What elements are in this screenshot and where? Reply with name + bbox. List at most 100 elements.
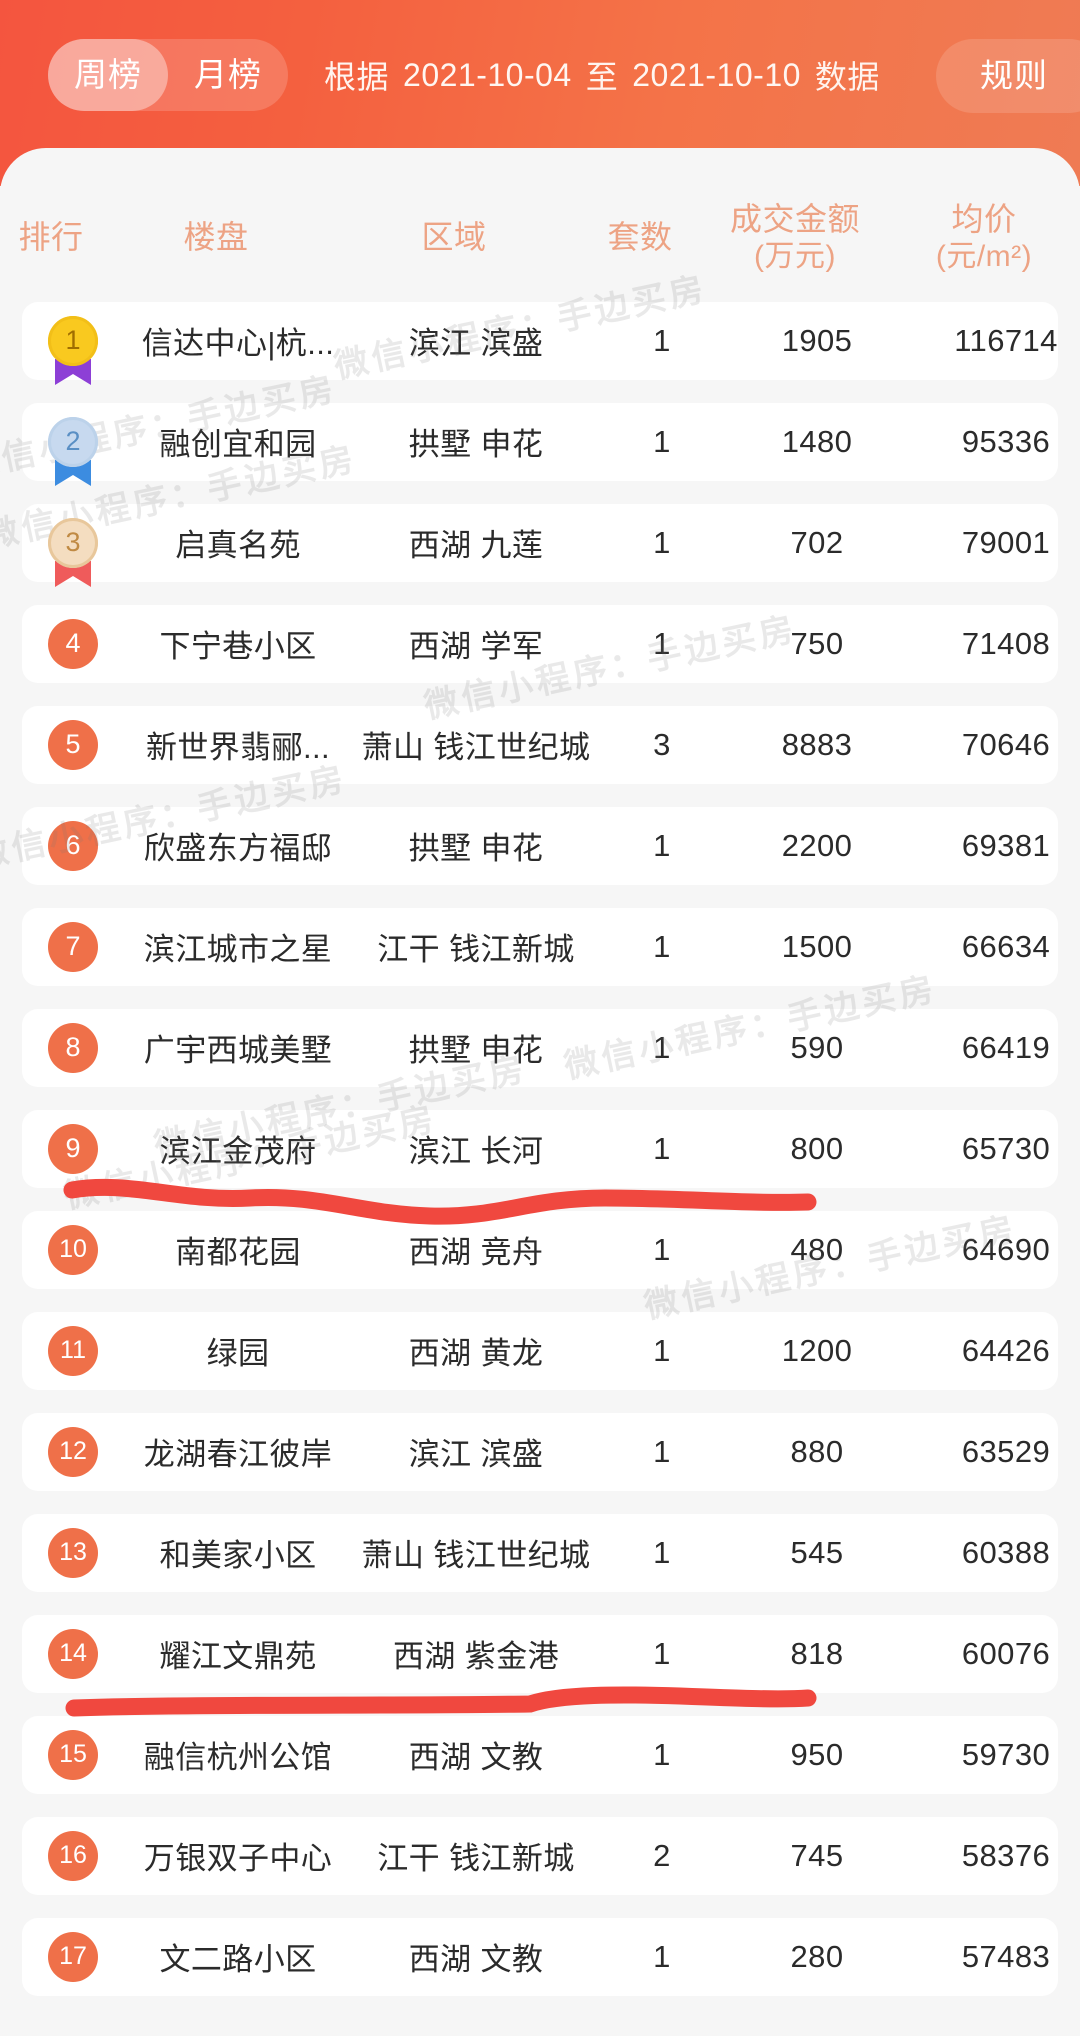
rank-cell: 8 <box>22 1009 124 1087</box>
rank-cell: 15 <box>22 1716 124 1794</box>
district-name: 拱墅 申花 <box>408 831 544 867</box>
district-name: 拱墅 申花 <box>408 1033 544 1069</box>
range-prefix-label: 根据 <box>324 59 390 95</box>
average-price: 63529 <box>961 1433 1051 1469</box>
table-row[interactable]: 17 文二路小区 西湖 文教 1 280 57483 <box>22 1917 1058 1996</box>
district-name: 西湖 学军 <box>408 629 544 665</box>
deal-amount: 1905 <box>781 322 853 358</box>
period-tab-group[interactable]: 周榜 月榜 <box>48 39 288 111</box>
rank-cell: 11 <box>22 1312 124 1390</box>
rank-cell: 9 <box>22 1110 124 1188</box>
ranking-sheet: 排行 楼盘 区域 套数 成交金额 (万元) 均价 (元/m²) 1 信达中心|杭.… <box>0 148 1080 2036</box>
average-price: 66419 <box>961 1029 1051 1065</box>
district-name: 萧山 钱江世纪城 <box>361 1538 591 1574</box>
table-row[interactable]: 6 欣盛东方福邸 拱墅 申花 1 2200 69381 <box>22 806 1058 885</box>
rank-cell: 4 <box>22 605 124 683</box>
units-count: 1 <box>653 1332 671 1368</box>
district-name: 西湖 九莲 <box>408 528 544 564</box>
rank-cell: 16 <box>22 1817 124 1895</box>
table-row[interactable]: 12 龙湖春江彼岸 滨江 滨盛 1 880 63529 <box>22 1412 1058 1491</box>
rank-badge: 17 <box>48 1931 98 1982</box>
table-row[interactable]: 8 广宇西城美墅 拱墅 申花 1 590 66419 <box>22 1008 1058 1087</box>
table-row[interactable]: 16 万银双子中心 江干 钱江新城 2 745 58376 <box>22 1816 1058 1895</box>
average-price: 69381 <box>961 827 1051 863</box>
district-name: 江干 钱江新城 <box>377 932 575 968</box>
average-price: 71408 <box>961 625 1051 661</box>
property-name: 融信杭州公馆 <box>143 1740 333 1776</box>
column-header-amount-label: 成交金额 <box>729 201 860 237</box>
district-name: 西湖 黄龙 <box>408 1336 544 1372</box>
column-header-price-label: 均价 <box>951 201 1017 237</box>
table-header-row: 排行 楼盘 区域 套数 成交金额 (万元) 均价 (元/m²) <box>0 148 1080 302</box>
property-name: 欣盛东方福邸 <box>143 831 333 867</box>
average-price: 60076 <box>961 1635 1051 1671</box>
property-name: 和美家小区 <box>159 1538 317 1574</box>
district-name: 滨江 长河 <box>408 1134 544 1170</box>
property-name: 龙湖春江彼岸 <box>143 1437 333 1473</box>
deal-amount: 745 <box>790 1837 844 1873</box>
deal-amount: 750 <box>790 625 844 661</box>
rank-badge: 7 <box>48 921 98 972</box>
units-count: 1 <box>653 322 671 358</box>
property-name: 南都花园 <box>175 1235 301 1271</box>
table-row[interactable]: 4 下宁巷小区 西湖 学军 1 750 71408 <box>22 604 1058 683</box>
property-name: 万银双子中心 <box>143 1841 333 1877</box>
district-name: 萧山 钱江世纪城 <box>361 730 591 766</box>
rank-badge: 12 <box>48 1426 98 1477</box>
rank-badge: 11 <box>48 1325 98 1376</box>
table-row[interactable]: 2 融创宜和园 拱墅 申花 1 1480 95336 <box>22 402 1058 486</box>
table-row[interactable]: 11 绿园 西湖 黄龙 1 1200 64426 <box>22 1311 1058 1390</box>
units-count: 1 <box>653 1130 671 1166</box>
table-row[interactable]: 1 信达中心|杭... 滨江 滨盛 1 1905 116714 <box>22 301 1058 385</box>
units-count: 1 <box>653 1534 671 1570</box>
table-row[interactable]: 10 南都花园 西湖 竞舟 1 480 64690 <box>22 1210 1058 1289</box>
deal-amount: 800 <box>790 1130 844 1166</box>
units-count: 1 <box>653 1433 671 1469</box>
ranking-list: 1 信达中心|杭... 滨江 滨盛 1 1905 116714 2 融创宜和园 拱墅 申花 1 14… <box>0 301 1080 1996</box>
district-name: 滨江 滨盛 <box>408 1437 544 1473</box>
table-row[interactable]: 13 和美家小区 萧山 钱江世纪城 1 545 60388 <box>22 1513 1058 1592</box>
table-row[interactable]: 7 滨江城市之星 江干 钱江新城 1 1500 66634 <box>22 907 1058 986</box>
deal-amount: 950 <box>790 1736 844 1772</box>
table-row[interactable]: 15 融信杭州公馆 西湖 文教 1 950 59730 <box>22 1715 1058 1794</box>
table-row[interactable]: 14 耀江文鼎苑 西湖 紫金港 1 818 60076 <box>22 1614 1058 1693</box>
date-to: 2021-10-10 <box>632 56 801 93</box>
rank-number: 3 <box>48 517 98 568</box>
date-range: 根据 2021-10-04 至 2021-10-10 数据 <box>324 52 880 98</box>
rank-badge: 14 <box>48 1628 98 1679</box>
range-suffix-label: 数据 <box>814 59 880 95</box>
average-price: 79001 <box>961 524 1051 560</box>
property-name: 文二路小区 <box>159 1942 317 1978</box>
rules-button[interactable]: 规则 <box>936 39 1080 113</box>
table-row[interactable]: 3 启真名苑 西湖 九莲 1 702 79001 <box>22 503 1058 587</box>
tab-weekly[interactable]: 周榜 <box>48 39 168 111</box>
deal-amount: 280 <box>790 1938 844 1974</box>
table-row[interactable]: 5 新世界翡郦... 萧山 钱江世纪城 3 8883 70646 <box>22 705 1058 784</box>
units-count: 1 <box>653 1231 671 1267</box>
rank-cell: 7 <box>22 908 124 986</box>
average-price: 57483 <box>961 1938 1051 1974</box>
column-header-rank-label: 排行 <box>18 219 84 256</box>
table-row[interactable]: 9 滨江金茂府 滨江 长河 1 800 65730 <box>22 1109 1058 1188</box>
average-price: 59730 <box>961 1736 1051 1772</box>
units-count: 1 <box>653 1029 671 1065</box>
units-count: 1 <box>653 928 671 964</box>
column-header-district-label: 区域 <box>421 219 487 256</box>
rank-cell: 13 <box>22 1514 124 1592</box>
district-name: 西湖 文教 <box>408 1942 544 1978</box>
average-price: 66634 <box>961 928 1051 964</box>
ranking-page: 周榜 月榜 根据 2021-10-04 至 2021-10-10 数据 规则 排… <box>0 0 1080 2036</box>
units-count: 1 <box>653 1938 671 1974</box>
property-name: 融创宜和园 <box>159 427 317 463</box>
deal-amount: 590 <box>790 1029 844 1065</box>
units-count: 1 <box>653 1635 671 1671</box>
tab-monthly[interactable]: 月榜 <box>168 39 288 111</box>
district-name: 西湖 紫金港 <box>392 1639 559 1675</box>
property-name: 绿园 <box>206 1336 270 1372</box>
deal-amount: 880 <box>790 1433 844 1469</box>
rank-cell: 10 <box>22 1211 124 1289</box>
property-name: 信达中心|杭... <box>141 326 335 362</box>
column-header-district: 区域 <box>330 218 578 257</box>
medal-gold-icon: 1 <box>45 313 101 385</box>
average-price: 64690 <box>961 1231 1051 1267</box>
